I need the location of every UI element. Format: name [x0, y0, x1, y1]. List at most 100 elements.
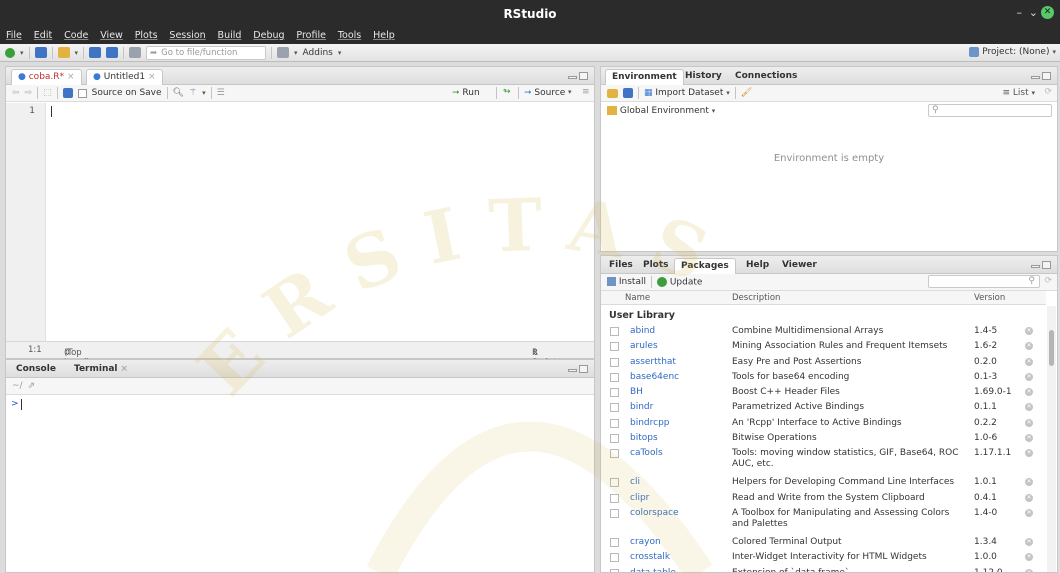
save-all-icon[interactable]	[106, 47, 119, 58]
remove-package-icon[interactable]: ✕	[1025, 568, 1033, 572]
list-view-selector[interactable]: ≡ List ▾	[1002, 88, 1035, 98]
environment-search-input[interactable]: ⚲	[928, 104, 1052, 117]
package-load-checkbox[interactable]	[610, 553, 619, 563]
rerun-icon[interactable]: ↬	[503, 87, 511, 97]
chevron-down-icon[interactable]: ▾	[20, 49, 24, 57]
close-tab-icon[interactable]: ×	[67, 72, 75, 82]
maximize-pane-icon[interactable]	[579, 365, 588, 373]
package-load-checkbox[interactable]	[610, 449, 619, 459]
minimize-icon[interactable]: –	[1017, 6, 1023, 19]
minimize-pane-icon[interactable]	[568, 369, 577, 372]
packages-search-input[interactable]: ⚲	[928, 275, 1040, 288]
magic-wand-icon[interactable]: ⚚	[189, 88, 197, 98]
show-in-window-icon[interactable]: ⬚	[43, 88, 52, 98]
package-name-link[interactable]: arules	[630, 341, 658, 351]
tab-untitled1[interactable]: ● Untitled1 ×	[86, 69, 163, 85]
menu-help[interactable]: Help	[373, 28, 395, 44]
menu-code[interactable]: Code	[64, 28, 88, 44]
minimize-pane-icon[interactable]	[1031, 265, 1040, 268]
packages-scrollbar[interactable]	[1047, 306, 1056, 572]
tab-viewer[interactable]: Viewer	[776, 258, 823, 274]
print-icon[interactable]	[129, 47, 142, 58]
package-load-checkbox[interactable]	[610, 537, 619, 547]
console-output[interactable]: >	[6, 396, 594, 572]
remove-package-icon[interactable]: ✕	[1025, 537, 1033, 546]
tab-history[interactable]: History	[679, 69, 728, 85]
package-name-link[interactable]: data.table	[630, 568, 676, 572]
menu-profile[interactable]: Profile	[296, 28, 326, 44]
new-file-icon[interactable]	[5, 47, 15, 58]
package-name-link[interactable]: bindrcpp	[630, 418, 670, 428]
refresh-icon[interactable]: ⟳	[1044, 276, 1052, 286]
remove-package-icon[interactable]: ✕	[1025, 434, 1033, 443]
maximize-pane-icon[interactable]	[579, 72, 588, 80]
minimize-pane-icon[interactable]	[568, 76, 577, 79]
outline-icon[interactable]: ☰	[217, 88, 225, 98]
remove-package-icon[interactable]: ✕	[1025, 493, 1033, 502]
menu-edit[interactable]: Edit	[34, 28, 52, 44]
package-load-checkbox[interactable]	[610, 478, 619, 488]
save-icon[interactable]	[62, 88, 73, 98]
column-description[interactable]: Description	[732, 293, 780, 303]
maximize-icon[interactable]: ⌄	[1029, 6, 1038, 19]
environment-scope-selector[interactable]: Global Environment ▾	[607, 106, 715, 116]
remove-package-icon[interactable]: ✕	[1025, 388, 1033, 397]
open-file-icon[interactable]	[57, 47, 70, 58]
column-name[interactable]: Name	[625, 293, 650, 303]
menu-build[interactable]: Build	[218, 28, 242, 44]
close-tab-icon[interactable]: ×	[121, 364, 129, 374]
package-load-checkbox[interactable]	[610, 327, 619, 336]
package-load-checkbox[interactable]	[610, 372, 619, 382]
maximize-pane-icon[interactable]	[1042, 72, 1051, 80]
package-load-checkbox[interactable]	[610, 418, 619, 428]
remove-package-icon[interactable]: ✕	[1025, 478, 1033, 487]
tab-coba-r[interactable]: ● coba.R* ×	[11, 69, 82, 85]
package-load-checkbox[interactable]	[610, 342, 619, 352]
search-icon[interactable]: 🔍︎	[173, 88, 184, 98]
remove-package-icon[interactable]: ✕	[1025, 553, 1033, 562]
scrollbar-thumb[interactable]	[1049, 330, 1054, 366]
remove-package-icon[interactable]: ✕	[1025, 403, 1033, 412]
new-project-icon[interactable]	[34, 47, 47, 58]
menu-tools[interactable]: Tools	[338, 28, 361, 44]
source-button[interactable]: ➞ Source	[524, 88, 565, 98]
menu-file[interactable]: File	[6, 28, 22, 44]
doc-outline-icon[interactable]: ≡	[582, 87, 590, 97]
package-name-link[interactable]: crosstalk	[630, 552, 670, 562]
forward-icon[interactable]: ⇨	[25, 88, 33, 98]
refresh-icon[interactable]: ⟳	[1044, 87, 1052, 97]
install-button[interactable]: Install	[607, 277, 646, 287]
update-button[interactable]: Update	[656, 276, 702, 287]
chevron-down-icon[interactable]: ▾	[75, 49, 79, 57]
menu-view[interactable]: View	[100, 28, 123, 44]
tab-plots[interactable]: Plots	[637, 258, 675, 274]
package-name-link[interactable]: bindr	[630, 402, 653, 412]
tab-packages[interactable]: Packages	[674, 258, 736, 274]
package-name-link[interactable]: bitops	[630, 433, 658, 443]
chevron-down-icon[interactable]: ▾	[568, 88, 572, 96]
tab-files[interactable]: Files	[603, 258, 639, 274]
project-menu[interactable]: Project: (None) ▾	[969, 47, 1056, 57]
remove-package-icon[interactable]: ✕	[1025, 508, 1033, 517]
chevron-down-icon[interactable]: ▾	[294, 49, 298, 57]
package-load-checkbox[interactable]	[610, 568, 619, 572]
tab-help[interactable]: Help	[740, 258, 775, 274]
go-to-dir-icon[interactable]: ⇗	[28, 381, 36, 391]
package-name-link[interactable]: clipr	[630, 493, 649, 503]
column-version[interactable]: Version	[974, 293, 1005, 303]
tab-environment[interactable]: Environment	[605, 69, 684, 85]
package-load-checkbox[interactable]	[610, 403, 619, 413]
tab-terminal[interactable]: Terminal ×	[68, 362, 134, 378]
package-load-checkbox[interactable]	[610, 434, 619, 444]
package-name-link[interactable]: cli	[630, 477, 640, 487]
code-editor[interactable]: 1	[6, 103, 594, 341]
minimize-pane-icon[interactable]	[1031, 76, 1040, 79]
remove-package-icon[interactable]: ✕	[1025, 418, 1033, 427]
close-icon[interactable]: ✕	[1041, 6, 1054, 19]
save-workspace-icon[interactable]	[623, 88, 633, 98]
tab-connections[interactable]: Connections	[729, 69, 803, 85]
package-load-checkbox[interactable]	[610, 493, 619, 503]
broom-icon[interactable]: 🖌︎	[741, 88, 752, 98]
menu-session[interactable]: Session	[169, 28, 205, 44]
close-tab-icon[interactable]: ×	[148, 72, 156, 82]
